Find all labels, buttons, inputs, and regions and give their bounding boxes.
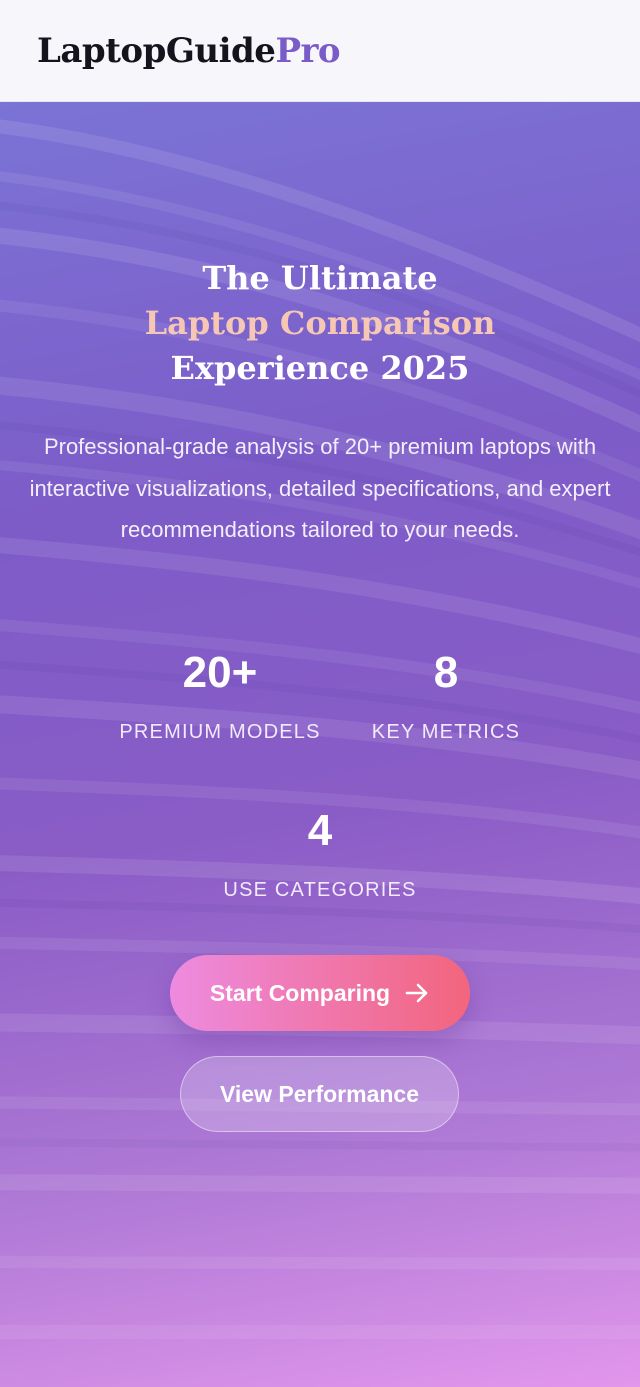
hero-title: The Ultimate Laptop Comparison Experienc…	[0, 256, 640, 391]
stat-value: 4	[307, 806, 333, 855]
hero-subtitle: Professional-grade analysis of 20+ premi…	[29, 434, 611, 542]
stat-premium-models: 20+ PREMIUM MODELS	[100, 648, 340, 744]
hero-content: The Ultimate Laptop Comparison Experienc…	[0, 102, 640, 1387]
view-performance-button[interactable]: View Performance	[180, 1056, 459, 1132]
hero-section: The Ultimate Laptop Comparison Experienc…	[0, 102, 640, 1387]
stat-value: 20+	[182, 648, 258, 697]
arrow-right-icon	[405, 983, 428, 1003]
logo-text-accent: Pro	[275, 30, 341, 71]
start-comparing-label: Start Comparing	[209, 979, 391, 1006]
stat-label: PREMIUM MODELS	[119, 721, 321, 743]
site-logo[interactable]: LaptopGuidePro	[37, 30, 341, 71]
site-header: LaptopGuidePro	[0, 0, 640, 102]
logo-text-main: LaptopGuide	[37, 30, 276, 71]
stat-use-categories: 4 USE CATEGORIES	[200, 806, 440, 902]
stat-label: KEY METRICS	[371, 721, 521, 743]
stat-key-metrics: 8 KEY METRICS	[350, 648, 542, 744]
view-performance-label: View Performance	[219, 1080, 419, 1107]
stat-value: 8	[433, 648, 459, 697]
hero-title-highlight: Laptop Comparison	[144, 304, 496, 342]
hero-title-line3: Experience 2025	[170, 349, 470, 387]
stat-label: USE CATEGORIES	[223, 879, 417, 901]
start-comparing-button[interactable]: Start Comparing	[170, 955, 470, 1031]
hero-title-line1: The Ultimate	[202, 259, 438, 297]
